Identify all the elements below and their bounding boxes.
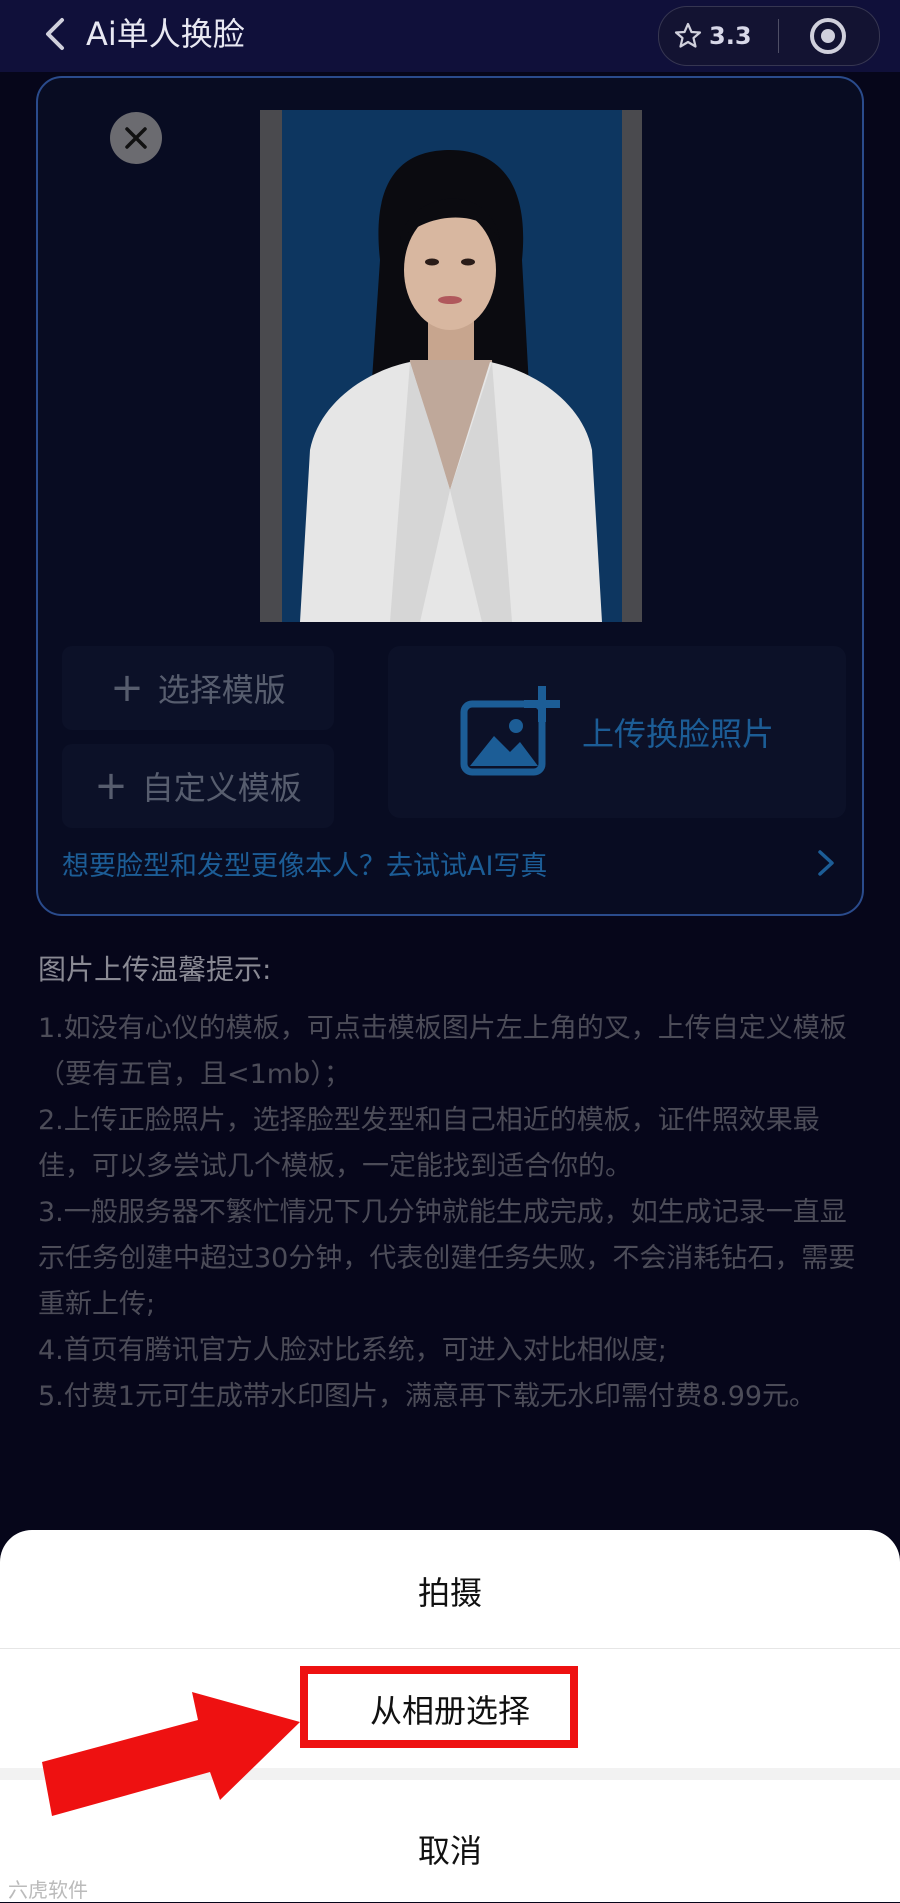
chevron-right-icon[interactable] xyxy=(814,848,838,878)
remove-template-button[interactable] xyxy=(110,112,162,164)
close-icon xyxy=(125,127,147,149)
custom-template-button[interactable]: + 自定义模板 xyxy=(62,744,334,828)
upload-face-photo-button[interactable]: 上传换脸照片 xyxy=(388,646,846,818)
tip-item: 3.一般服务器不繁忙情况下几分钟就能生成完成，如生成记录一直显示任务创建中超过3… xyxy=(38,1197,856,1320)
take-photo-option[interactable]: 拍摄 xyxy=(0,1568,900,1614)
add-image-icon xyxy=(460,686,560,776)
plus-icon: + xyxy=(110,665,144,711)
mini-program-capsule: 3.3 xyxy=(658,6,880,66)
select-template-button[interactable]: + 选择模版 xyxy=(62,646,334,730)
portrait-illustration xyxy=(300,150,602,622)
upload-face-photo-label: 上传换脸照片 xyxy=(581,715,774,753)
rating-value: 3.3 xyxy=(709,22,752,50)
tip-item: 1.如没有心仪的模板，可点击模板图片左上角的叉，上传自定义模板（要有五官，且<1… xyxy=(38,1013,847,1090)
tip-item: 2.上传正脸照片，选择脸型发型和自己相近的模板，证件照效果最佳，可以多尝试几个模… xyxy=(38,1105,820,1182)
ai-portrait-link[interactable]: 想要脸型和发型更像本人？去试试AI写真 xyxy=(62,844,547,883)
back-arrow-icon[interactable] xyxy=(36,14,76,54)
top-bar: Ai单人换脸 3.3 xyxy=(0,0,900,72)
cancel-option[interactable]: 取消 xyxy=(0,1826,900,1872)
custom-template-label: 自定义模板 xyxy=(141,769,302,807)
watermark: 六虎软件 xyxy=(8,1878,88,1902)
close-mini-program-icon[interactable] xyxy=(809,17,847,55)
star-icon[interactable] xyxy=(673,21,703,51)
red-arrow-icon xyxy=(42,1692,300,1816)
tips-title: 图片上传温馨提示: xyxy=(38,953,272,986)
highlight-box xyxy=(300,1666,578,1748)
sheet-divider xyxy=(0,1648,900,1649)
page-title: Ai单人换脸 xyxy=(86,15,245,53)
select-template-label: 选择模版 xyxy=(157,671,286,709)
tip-item: 4.首页有腾讯官方人脸对比系统，可进入对比相似度; xyxy=(38,1335,667,1366)
capsule-divider xyxy=(777,19,779,53)
tip-item: 5.付费1元可生成带水印图片，满意再下载无水印需付费8.99元。 xyxy=(38,1381,817,1412)
template-photo[interactable] xyxy=(260,110,642,622)
plus-icon: + xyxy=(94,763,128,809)
